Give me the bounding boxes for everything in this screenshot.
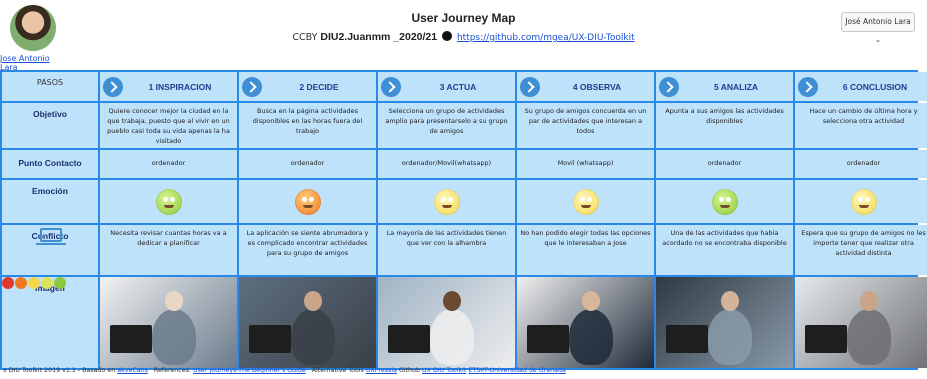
punto-contacto-text: Movil (whatsapp) bbox=[517, 150, 654, 178]
happy-face-icon bbox=[711, 188, 738, 215]
footer-text-4: Github bbox=[398, 367, 421, 374]
emotion-scale-legend bbox=[2, 277, 66, 289]
neutral-face-icon bbox=[850, 188, 877, 215]
footer-link-etsiit[interactable]: ETSIIT-Universidad de Granada bbox=[468, 367, 565, 374]
angry-face-icon bbox=[294, 188, 321, 215]
page-subtitle: CCBY DIU2.Juanmm _2020/21 https://github… bbox=[0, 31, 927, 43]
stage-image bbox=[517, 277, 654, 368]
row-label-emocion-text: Emoción bbox=[32, 186, 68, 196]
stage-image bbox=[100, 277, 237, 368]
neutral-face-icon bbox=[433, 188, 460, 215]
happy-face-icon bbox=[155, 188, 182, 215]
stage-header: 5 ANALIZA bbox=[656, 72, 793, 101]
chevron-right-icon[interactable] bbox=[659, 76, 679, 97]
punto-contacto-text: ordenador bbox=[239, 150, 376, 178]
emotion-cell bbox=[656, 180, 793, 223]
row-label-imagen: Imagen bbox=[2, 277, 98, 368]
conflicto-text: Una de las actividades que había acordad… bbox=[656, 225, 793, 275]
happy-face-icon bbox=[54, 277, 66, 289]
objetivo-text: Selecciona un grupo de actividades ampli… bbox=[378, 103, 515, 148]
punto-contacto-text: ordenador bbox=[100, 150, 237, 178]
row-label-punto-contacto: Punto Contacto bbox=[2, 150, 98, 178]
row-label-pasos: PASOS bbox=[2, 72, 98, 101]
conflicto-text: Espera que su grupo de amigos no les imp… bbox=[795, 225, 927, 275]
footer-link-references[interactable]: User Journeys-The Beginner's Guide bbox=[193, 367, 306, 374]
stage-image bbox=[656, 277, 793, 368]
punto-contacto-text: ordenador bbox=[795, 150, 927, 178]
content-face-icon bbox=[41, 277, 53, 289]
objetivo-text: Su grupo de amigos concuerda en un par d… bbox=[517, 103, 654, 148]
page-title: User Journey Map bbox=[411, 11, 516, 25]
emotion-cell bbox=[239, 180, 376, 223]
stage-header: 3 ACTUA bbox=[378, 72, 515, 101]
emotion-cell bbox=[378, 180, 515, 223]
conflicto-text: No han podido elegir todas las opciones … bbox=[517, 225, 654, 275]
stage-name: 1 INSPIRACION bbox=[148, 81, 212, 92]
footer-link-based-on[interactable]: akveCans bbox=[117, 367, 148, 374]
emotion-cell bbox=[795, 180, 927, 223]
footer-text-2: References: bbox=[153, 367, 192, 374]
course-id: DIU2.Juanmm _2020/21 bbox=[320, 31, 438, 43]
stage-name: 6 CONCLUSION bbox=[842, 81, 908, 92]
objetivo-text: Quiere conocer mejor la ciudad en la que… bbox=[100, 103, 237, 148]
row-label-punto-contacto-text: Punto Contacto bbox=[18, 158, 82, 168]
objetivo-text: Hace un cambio de última hora y seleccio… bbox=[795, 103, 927, 148]
conflicto-text: La mayoría de las actividades tienen que… bbox=[378, 225, 515, 275]
objetivo-text: Busca en la página actividades disponibl… bbox=[239, 103, 376, 148]
chevron-right-icon[interactable] bbox=[242, 76, 262, 97]
stage-name: 2 DECIDE bbox=[299, 81, 339, 92]
annoyed-face-icon bbox=[15, 277, 27, 289]
conflicto-text: Necesita revisar cuantas horas va a dedi… bbox=[100, 225, 237, 275]
license-label: CCBY bbox=[292, 32, 318, 43]
stage-header: 6 CONCLUSION bbox=[795, 72, 927, 101]
emotion-cell bbox=[100, 180, 237, 223]
stage-image bbox=[795, 277, 927, 368]
chevron-right-icon[interactable] bbox=[381, 76, 401, 97]
toolkit-link[interactable]: https://github.com/mgea/UX-DIU-Toolkit bbox=[457, 33, 635, 43]
footer-text-3: Alternative Tools bbox=[311, 367, 364, 374]
angry-face-icon bbox=[2, 277, 14, 289]
row-label-objetivo: Objetivo bbox=[2, 103, 98, 148]
row-label-emocion: Emoción bbox=[2, 180, 98, 223]
emotion-cell bbox=[517, 180, 654, 223]
punto-contacto-text: ordenador/Movil(whatsapp) bbox=[378, 150, 515, 178]
stage-name: 3 ACTUA bbox=[439, 81, 477, 92]
stage-header: 4 OBSERVA bbox=[517, 72, 654, 101]
laptop-icon bbox=[36, 228, 66, 245]
journey-map-grid: PASOS Objetivo Punto Contacto Emoción Co… bbox=[0, 70, 927, 370]
conflicto-text: La aplicación se siente abrumadora y es … bbox=[239, 225, 376, 275]
user-menu-button[interactable]: José Antonio Lara ⌄ bbox=[841, 12, 915, 44]
stage-header: 2 DECIDE bbox=[239, 72, 376, 101]
neutral-face-icon bbox=[28, 277, 40, 289]
footer-text-1: x DIU Toolkit 2019 v1.1 - Basado en bbox=[3, 367, 116, 374]
stage-image bbox=[378, 277, 515, 368]
footer-link-uxpressia[interactable]: UXPressia bbox=[366, 367, 397, 374]
footer-link-toolkit[interactable]: UX DIU Toolkit bbox=[422, 367, 466, 374]
objetivo-text: Apunta a sus amigos las actividades disp… bbox=[656, 103, 793, 148]
stage-name: 5 ANALIZA bbox=[713, 81, 759, 92]
stage-header: 1 INSPIRACION bbox=[100, 72, 237, 101]
punto-contacto-text: ordenador bbox=[656, 150, 793, 178]
stage-image bbox=[239, 277, 376, 368]
github-icon bbox=[442, 31, 453, 41]
chevron-right-icon[interactable] bbox=[520, 76, 540, 97]
chevron-right-icon[interactable] bbox=[103, 76, 123, 97]
footer: x DIU Toolkit 2019 v1.1 - Basado en akve… bbox=[3, 367, 566, 374]
stage-name: 4 OBSERVA bbox=[572, 81, 622, 92]
chevron-right-icon[interactable] bbox=[798, 76, 818, 97]
neutral-face-icon bbox=[572, 188, 599, 215]
